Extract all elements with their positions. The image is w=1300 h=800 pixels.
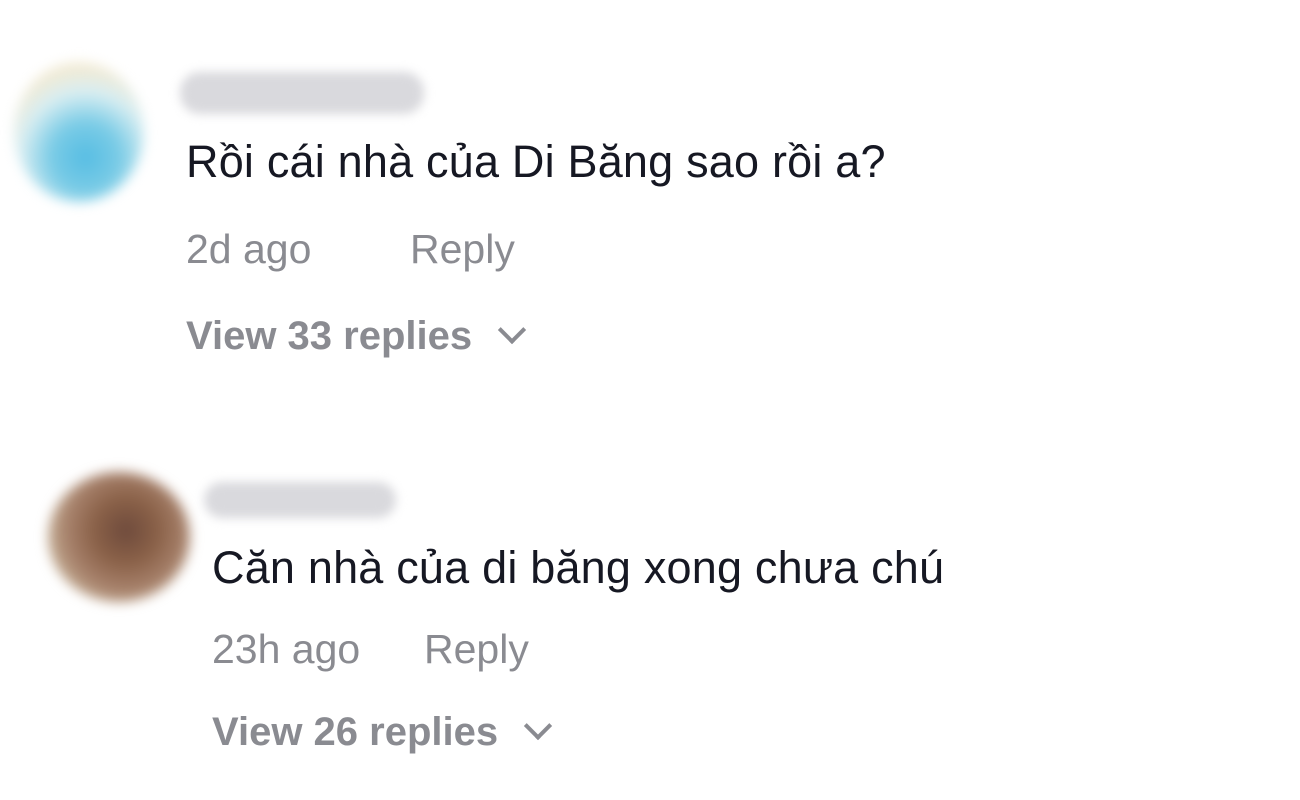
reply-button[interactable]: Reply (424, 626, 529, 673)
comment-text: Rồi cái nhà của Di Băng sao rồi a? (186, 136, 886, 187)
comment-timestamp: 2d ago (186, 226, 312, 272)
username-blurred[interactable] (204, 482, 396, 518)
reply-button[interactable]: Reply (410, 226, 515, 273)
comment-timestamp: 23h ago (212, 626, 361, 672)
view-replies-button[interactable]: View 26 replies (212, 710, 553, 755)
chevron-down-icon (523, 711, 553, 740)
comment-text: Căn nhà của di băng xong chưa chú (212, 542, 945, 593)
view-replies-button[interactable]: View 33 replies (186, 314, 527, 359)
view-replies-label: View 33 replies (186, 314, 473, 358)
view-replies-label: View 26 replies (212, 710, 499, 754)
avatar[interactable] (48, 472, 190, 602)
chevron-down-icon (497, 315, 527, 344)
avatar[interactable] (14, 62, 144, 202)
username-blurred[interactable] (180, 72, 424, 114)
